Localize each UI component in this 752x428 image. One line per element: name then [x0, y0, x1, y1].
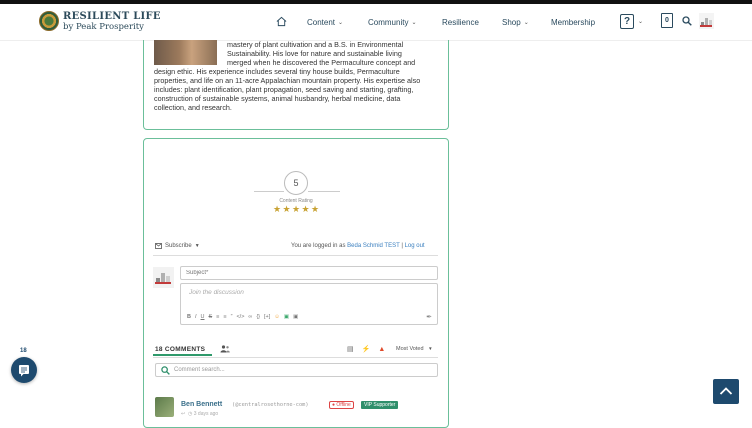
caret-down-icon: ▼	[194, 243, 200, 249]
logged-in-text: You are logged in as Beda Schmid TEST | …	[291, 243, 425, 249]
link-icon[interactable]: ∞	[248, 314, 252, 320]
rating-divider	[254, 191, 284, 192]
chevron-down-icon: ⌄	[338, 20, 344, 26]
chat-icon	[19, 365, 29, 377]
lightning-icon[interactable]: ⚡	[362, 345, 371, 353]
brand-subtitle: by Peak Prosperity	[63, 22, 144, 32]
cart-icon[interactable]: 0	[661, 13, 673, 28]
chevron-down-icon: ⌄	[411, 20, 417, 26]
star-icon[interactable]: ★	[302, 205, 311, 214]
rating-divider	[308, 191, 340, 192]
author-bio-card: mastery of plant cultivation and a B.S. …	[143, 40, 449, 130]
brand[interactable]: RESILIENT LIFE by Peak Prosperity	[63, 12, 161, 32]
users-icon[interactable]	[220, 345, 230, 353]
quote-icon[interactable]: ”	[231, 314, 233, 320]
editor-placeholder: Join the discussion	[189, 289, 244, 296]
attachment-icon[interactable]: ✒	[426, 313, 432, 321]
code-block-icon[interactable]: {}	[256, 314, 260, 320]
ordered-list-icon[interactable]: ≡	[216, 314, 219, 320]
strikethrough-icon[interactable]: S	[209, 314, 213, 320]
editor-toolbar: B I U S ≡ ≡ ” </> ∞ {} [+] ☺ ▣ ▣	[187, 314, 298, 320]
bio-line: collection, and research.	[154, 103, 232, 112]
sort-options: ▤ ⚡ ▲	[347, 345, 385, 354]
brand-title: RESILIENT LIFE	[63, 11, 161, 22]
status-label: Offline	[336, 402, 351, 408]
back-to-top-button[interactable]	[713, 379, 739, 404]
italic-icon[interactable]: I	[195, 314, 197, 320]
code-icon[interactable]: </>	[236, 314, 244, 320]
nav-resilience-label: Resilience	[442, 18, 479, 27]
search-icon	[161, 366, 170, 375]
divider	[153, 357, 438, 358]
user-avatar[interactable]	[699, 13, 714, 29]
site-header: RESILIENT LIFE by Peak Prosperity Conten…	[0, 4, 752, 41]
vip-badge: VIP Supporter	[361, 401, 399, 409]
spoiler-icon[interactable]: [+]	[264, 314, 270, 320]
active-tab-underline	[153, 354, 212, 356]
comment-editor[interactable]: Join the discussion B I U S ≡ ≡ ” </> ∞ …	[180, 283, 438, 325]
nav-shop[interactable]: Shop ⌄	[502, 4, 529, 41]
chevron-down-icon[interactable]: ⌄	[638, 18, 643, 25]
bullet-list-icon[interactable]: ≡	[223, 314, 226, 320]
nav-membership-label: Membership	[551, 18, 596, 27]
search-icon[interactable]	[682, 16, 692, 26]
nav-content[interactable]: Content ⌄	[307, 4, 343, 41]
nav-community-label: Community	[368, 18, 409, 27]
star-icon[interactable]: ★	[292, 205, 301, 214]
author-photo	[154, 40, 217, 65]
status-badge: ● Offline	[329, 401, 354, 409]
comment-search-placeholder: Comment search...	[174, 367, 225, 373]
nav-community[interactable]: Community ⌄	[368, 4, 416, 41]
sort-dropdown[interactable]: Most Voted ▼	[396, 346, 433, 352]
logged-in-prefix: You are logged in as	[291, 243, 346, 249]
mail-icon	[155, 243, 162, 249]
image-icon[interactable]: ▣	[293, 314, 298, 320]
nav-content-label: Content	[307, 18, 336, 27]
nav-membership[interactable]: Membership	[551, 4, 595, 41]
comment-search[interactable]: Comment search...	[155, 363, 438, 377]
floating-comment-count: 18	[20, 348, 27, 354]
clock-icon: ◷	[187, 411, 193, 417]
comment-author-avatar[interactable]	[155, 397, 174, 417]
comment-time-label: 3 days ago	[193, 411, 219, 417]
commenter-avatar	[153, 267, 174, 288]
comment-author-handle: (@centralrosethorne-com)	[232, 402, 309, 408]
chevron-up-icon	[719, 387, 733, 395]
subscribe-label: Subscribe	[165, 243, 192, 249]
logout-link[interactable]: Log out	[405, 243, 425, 249]
bold-icon[interactable]: B	[187, 314, 191, 320]
rating-stars[interactable]: ★ ★ ★ ★ ★	[273, 205, 321, 214]
subject-input[interactable]	[180, 266, 438, 280]
help-icon[interactable]: ?	[620, 14, 634, 29]
user-name-link[interactable]: Beda Schmid TEST	[347, 243, 399, 249]
star-icon[interactable]: ★	[283, 205, 292, 214]
star-icon[interactable]: ★	[311, 205, 320, 214]
nav-resilience[interactable]: Resilience	[442, 4, 479, 41]
subscribe-dropdown[interactable]: Subscribe ▼	[155, 243, 200, 249]
image-upload-icon[interactable]: ▣	[284, 314, 289, 320]
underline-icon[interactable]: U	[201, 314, 205, 320]
rating-value: 5	[284, 171, 308, 195]
star-icon[interactable]: ★	[273, 205, 282, 214]
reply-icon: ↩	[181, 411, 186, 417]
emoji-icon[interactable]: ☺	[274, 314, 280, 320]
newest-icon[interactable]: ▤	[347, 345, 354, 353]
home-icon[interactable]	[276, 16, 287, 27]
separator: |	[401, 243, 403, 249]
floating-comments-button[interactable]	[11, 357, 37, 383]
comments-count: 18 COMMENTS	[155, 346, 206, 353]
comment-time: ↩ ◷ 3 days ago	[181, 411, 218, 417]
site-logo[interactable]	[39, 11, 59, 31]
caret-down-icon: ▼	[428, 346, 433, 351]
fire-icon[interactable]: ▲	[378, 346, 385, 353]
sort-label: Most Voted	[396, 346, 424, 352]
divider	[153, 255, 438, 256]
nav-shop-label: Shop	[502, 18, 521, 27]
comment-author-name[interactable]: Ben Bennett	[181, 401, 222, 408]
chevron-down-icon: ⌄	[523, 20, 529, 26]
